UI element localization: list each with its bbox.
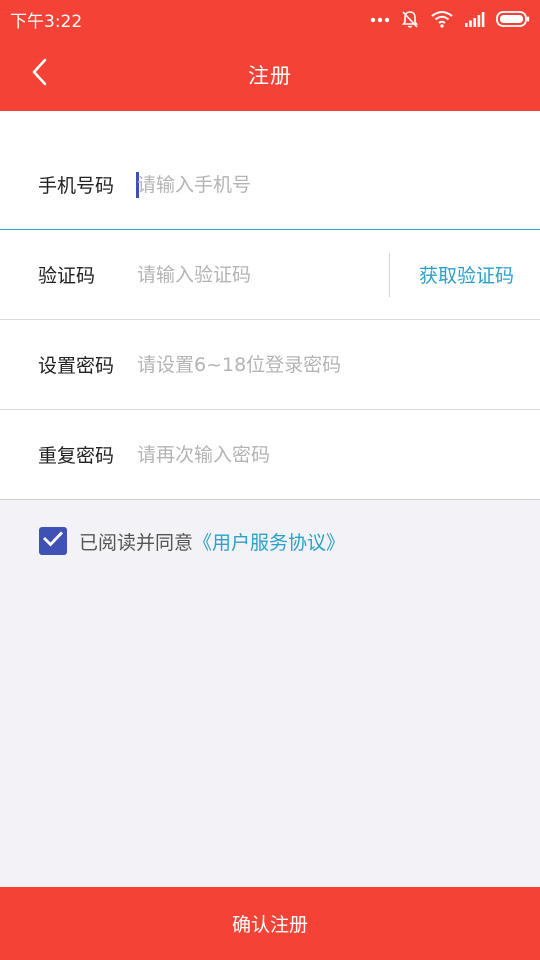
register-form: 手机号码 验证码 获取验证码 设置密码 重复密码 xyxy=(0,111,540,500)
password-label: 设置密码 xyxy=(38,355,115,377)
code-input[interactable] xyxy=(137,254,367,295)
bell-off-icon xyxy=(400,9,420,29)
confirm-password-label: 重复密码 xyxy=(38,445,115,467)
code-label: 验证码 xyxy=(38,265,96,287)
check-icon xyxy=(43,531,63,551)
title-bar: 注册 xyxy=(0,38,540,111)
wifi-icon xyxy=(430,10,454,28)
back-button[interactable] xyxy=(18,52,62,96)
get-code-button[interactable]: 获取验证码 xyxy=(419,261,514,288)
confirm-password-row: 重复密码 xyxy=(0,410,540,500)
signal-icon xyxy=(464,11,486,27)
password-input[interactable] xyxy=(137,344,497,385)
user-agreement-link[interactable]: 《用户服务协议》 xyxy=(193,528,345,555)
status-bar: 下午3:22 xyxy=(0,0,540,38)
register-screen: 下午3:22 注册 手机号码 请输入手机号 验证码 请输入验证码 获取验证码 设… xyxy=(0,0,540,960)
confirm-register-button[interactable]: 确认注册 xyxy=(0,887,540,960)
agree-checkbox[interactable] xyxy=(39,527,67,555)
password-row: 设置密码 xyxy=(0,320,540,410)
phone-row: 手机号码 xyxy=(0,111,540,230)
phone-label: 手机号码 xyxy=(38,175,115,197)
page-title: 注册 xyxy=(248,63,292,88)
confirm-password-input[interactable] xyxy=(137,434,497,475)
code-divider xyxy=(389,253,390,297)
battery-icon xyxy=(496,11,530,27)
chevron-left-icon xyxy=(32,58,48,90)
status-time: 下午3:22 xyxy=(10,11,83,32)
code-row: 验证码 获取验证码 xyxy=(0,230,540,320)
agree-text: 已阅读并同意 xyxy=(79,531,194,554)
more-dots-icon xyxy=(370,15,390,23)
phone-input[interactable] xyxy=(137,164,377,205)
status-icons xyxy=(370,9,530,29)
agreement: 已阅读并同意 《用户服务协议》 xyxy=(39,527,345,555)
